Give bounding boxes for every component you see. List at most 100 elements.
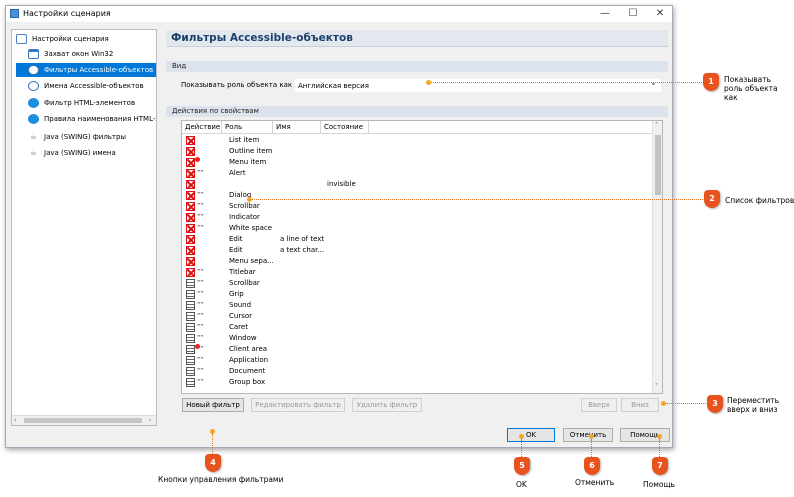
allow-action-icon	[186, 345, 195, 354]
tree-item-html-filter[interactable]: Фильтр HTML-элементов	[26, 96, 135, 110]
tree-root[interactable]: Настройки сценария	[14, 32, 109, 46]
scrollbar-thumb[interactable]	[655, 135, 661, 195]
column-header-name[interactable]: Имя	[273, 121, 321, 134]
block-action-icon	[186, 246, 195, 255]
settings-icon	[16, 34, 27, 44]
table-row[interactable]: ≡≡ Group box	[182, 377, 652, 388]
block-action-icon	[186, 136, 195, 145]
table-row[interactable]: Menu item	[182, 157, 652, 168]
cell-role: Edit	[229, 235, 243, 243]
delete-filter-button[interactable]: Удалить фильтр	[352, 398, 422, 412]
allow-action-icon	[186, 323, 195, 332]
settings-tree[interactable]: Настройки сценария Захват окон Win32 Фил…	[11, 29, 157, 426]
option-icon: ≡≡	[197, 190, 204, 195]
table-row[interactable]: ≡≡ Client area	[182, 344, 652, 355]
help-button[interactable]: Помощь	[620, 428, 670, 442]
move-down-button[interactable]: Вниз	[621, 398, 659, 412]
table-row[interactable]: Edit a line of text	[182, 234, 652, 245]
cell-name: a text char...	[280, 246, 325, 254]
table-row[interactable]: ≡≡ Window	[182, 333, 652, 344]
new-filter-button[interactable]: Новый фильтр	[182, 398, 244, 412]
table-row[interactable]: Outline item	[182, 146, 652, 157]
ie-icon	[28, 114, 39, 124]
allow-action-icon	[186, 334, 195, 343]
ok-button[interactable]: OK	[507, 428, 555, 442]
option-icon: ≡≡	[197, 355, 204, 360]
tree-item-java-filters[interactable]: ☕ Java (SWING) фильтры	[26, 130, 126, 144]
cell-role: Menu sepa...	[229, 257, 274, 265]
cancel-button[interactable]: Отменить	[563, 428, 613, 442]
minimize-button[interactable]: —	[592, 6, 618, 22]
cell-role: White space	[229, 224, 273, 232]
annotation-badge-3: 3	[707, 395, 723, 413]
table-row[interactable]: List item	[182, 135, 652, 146]
block-action-icon	[186, 180, 195, 189]
tree-item-win32[interactable]: Захват окон Win32	[26, 47, 113, 61]
table-row[interactable]: ≡≡ Sound	[182, 300, 652, 311]
close-button[interactable]: ✕	[647, 6, 673, 22]
cell-role: Window	[229, 334, 257, 342]
cell-role: Grip	[229, 290, 244, 298]
scroll-up-arrow-icon[interactable]: ˄	[655, 122, 658, 129]
option-icon: ≡≡	[197, 168, 204, 173]
edit-filter-button[interactable]: Редактировать фильтр	[251, 398, 345, 412]
table-row[interactable]: ≡≡ Cursor	[182, 311, 652, 322]
column-header-state[interactable]: Состояние	[321, 121, 369, 134]
view-section-header: Вид	[166, 61, 668, 72]
table-row[interactable]: ≡≡ Document	[182, 366, 652, 377]
table-row[interactable]: Menu sepa...	[182, 256, 652, 267]
allow-action-icon	[186, 367, 195, 376]
scroll-left-arrow-icon[interactable]: ‹	[14, 417, 16, 424]
cell-role: Alert	[229, 169, 246, 177]
table-row[interactable]: ≡≡ Grip	[182, 289, 652, 300]
cell-role: Outline item	[229, 147, 273, 155]
tree-item-java-names[interactable]: ☕ Java (SWING) имена	[26, 146, 116, 160]
cell-role: Client area	[229, 345, 268, 353]
cell-role: Cursor	[229, 312, 253, 320]
column-header-action[interactable]: Действие	[182, 121, 222, 134]
table-row[interactable]: Edit a text char...	[182, 245, 652, 256]
annotation-line-2	[252, 199, 703, 200]
column-header-role[interactable]: Роль	[222, 121, 273, 134]
role-language-value: Английская версия	[298, 82, 369, 90]
option-icon: ≡≡	[197, 377, 204, 382]
role-language-select[interactable]: Английская версия -	[295, 79, 661, 92]
table-row[interactable]: ≡≡ Alert	[182, 168, 652, 179]
table-row[interactable]: ≡≡ Caret	[182, 322, 652, 333]
table-row[interactable]: ≡≡ White space	[182, 223, 652, 234]
scrollbar-thumb[interactable]	[24, 418, 142, 423]
filters-vertical-scrollbar[interactable]: ˄ ˅	[652, 121, 662, 393]
table-row[interactable]: ≡≡ Scrollbar	[182, 278, 652, 289]
tree-item-html-naming[interactable]: Правила наименования HTML-эл	[26, 112, 156, 126]
maximize-button[interactable]: ☐	[620, 6, 646, 22]
java-icon: ☕	[29, 148, 38, 157]
scroll-down-arrow-icon[interactable]: ˅	[655, 383, 658, 390]
filters-list-rows: List item Outline item Menu item ≡≡ Alert inv…	[182, 135, 652, 393]
block-action-icon	[186, 257, 195, 266]
annotation-line-6	[591, 439, 592, 457]
table-row[interactable]: ≡≡ Application	[182, 355, 652, 366]
app-icon	[10, 9, 19, 18]
block-action-icon	[186, 191, 195, 200]
table-row[interactable]: ≡≡ Scrollbar	[182, 201, 652, 212]
tree-item-accessible-names[interactable]: Имена Accessible-объектов	[26, 79, 144, 93]
accessibility-icon	[28, 65, 39, 75]
table-row[interactable]: invisible	[182, 179, 652, 190]
window-icon	[28, 49, 39, 59]
annotation-text-7: Помощь	[643, 480, 675, 489]
block-action-icon	[186, 147, 195, 156]
marker-icon	[195, 157, 200, 162]
block-action-icon	[186, 224, 195, 233]
annotation-line-4	[212, 434, 213, 454]
annotation-text-1: Показывать роль объекта как	[724, 75, 778, 102]
tree-item-accessible-filters[interactable]: Фильтры Accessible-объектов	[16, 63, 156, 77]
tree-horizontal-scrollbar[interactable]: ‹ ›	[12, 415, 156, 425]
annotation-badge-5: 5	[514, 457, 530, 475]
scroll-right-arrow-icon[interactable]: ›	[149, 417, 151, 424]
filters-list[interactable]: Действие Роль Имя Состояние List item Out…	[181, 120, 663, 394]
table-row[interactable]: ≡≡ Indicator	[182, 212, 652, 223]
cell-role: Application	[229, 356, 269, 364]
cell-role: Titlebar	[229, 268, 256, 276]
move-up-button[interactable]: Вверх	[581, 398, 617, 412]
table-row[interactable]: ≡≡ Titlebar	[182, 267, 652, 278]
